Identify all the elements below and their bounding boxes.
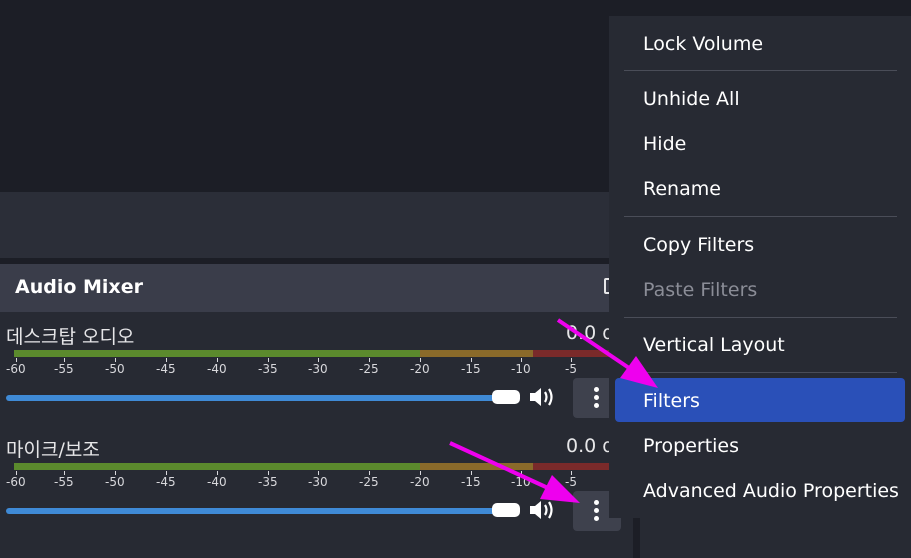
meter-tick: -20 — [410, 358, 430, 376]
volume-meter — [14, 350, 614, 357]
meter-tick: -20 — [410, 471, 430, 489]
more-vertical-icon — [594, 500, 600, 524]
volume-slider-handle[interactable] — [492, 503, 520, 517]
menu-separator — [624, 216, 897, 217]
mixer-channel: 마이크/보조 0.0 dB -60 -55 -50 -45 -40 -35 -3… — [0, 435, 633, 545]
mixer-header: Audio Mixer — [0, 264, 633, 312]
meter-tick: -25 — [359, 358, 379, 376]
channel-name: 마이크/보조 — [6, 439, 100, 461]
context-menu: Lock Volume Unhide All Hide Rename Copy … — [609, 16, 911, 518]
meter-tick: -30 — [308, 358, 328, 376]
menu-separator — [624, 70, 897, 71]
meter-tick: -55 — [54, 358, 74, 376]
menu-item-properties[interactable]: Properties — [643, 435, 739, 457]
menu-item-advanced-audio-properties[interactable]: Advanced Audio Properties — [643, 480, 899, 502]
meter-tick: -15 — [461, 471, 481, 489]
speaker-icon[interactable] — [528, 384, 556, 410]
meter-scale: -60 -55 -50 -45 -40 -35 -30 -25 -20 -15 … — [0, 471, 633, 497]
channel-name: 데스크탑 오디오 — [6, 326, 135, 348]
volume-slider[interactable] — [6, 508, 496, 514]
meter-tick: -5 — [565, 471, 577, 489]
menu-separator — [624, 317, 897, 318]
audio-mixer-dock: Audio Mixer 데스크탑 오디오 0.0 dB -60 -55 -50 … — [0, 264, 633, 558]
more-vertical-icon — [594, 387, 600, 411]
menu-separator — [624, 372, 897, 373]
meter-tick: -50 — [105, 471, 125, 489]
meter-tick: -45 — [156, 358, 176, 376]
meter-tick: -5 — [565, 358, 577, 376]
menu-item-copy-filters[interactable]: Copy Filters — [643, 234, 754, 256]
meter-tick: -35 — [258, 358, 278, 376]
menu-item-hide[interactable]: Hide — [643, 133, 686, 155]
meter-tick: -15 — [461, 358, 481, 376]
meter-tick: -50 — [105, 358, 125, 376]
meter-tick: -40 — [207, 471, 227, 489]
mixer-title: Audio Mixer — [15, 276, 143, 298]
mixer-channel: 데스크탑 오디오 0.0 dB -60 -55 -50 -45 -40 -35 … — [0, 322, 633, 432]
meter-tick: -55 — [54, 471, 74, 489]
volume-meter — [14, 463, 614, 470]
menu-item-vertical-layout[interactable]: Vertical Layout — [643, 334, 785, 356]
menu-item-lock-volume[interactable]: Lock Volume — [643, 33, 763, 55]
menu-item-rename[interactable]: Rename — [643, 178, 721, 200]
menu-item-paste-filters: Paste Filters — [643, 279, 758, 301]
meter-tick: -25 — [359, 471, 379, 489]
meter-tick: -40 — [207, 358, 227, 376]
meter-tick: -60 — [6, 358, 26, 376]
meter-tick: -60 — [6, 471, 26, 489]
meter-scale: -60 -55 -50 -45 -40 -35 -30 -25 -20 -15 … — [0, 358, 633, 384]
meter-tick: -45 — [156, 471, 176, 489]
meter-tick: -10 — [511, 471, 531, 489]
volume-slider[interactable] — [6, 395, 496, 401]
meter-tick: -10 — [511, 358, 531, 376]
meter-tick: -30 — [308, 471, 328, 489]
menu-item-filters[interactable]: Filters — [643, 390, 700, 412]
meter-tick: -35 — [258, 471, 278, 489]
menu-item-unhide-all[interactable]: Unhide All — [643, 88, 740, 110]
speaker-icon[interactable] — [528, 497, 556, 523]
volume-slider-handle[interactable] — [492, 390, 520, 404]
dock-toolbar — [0, 192, 640, 258]
